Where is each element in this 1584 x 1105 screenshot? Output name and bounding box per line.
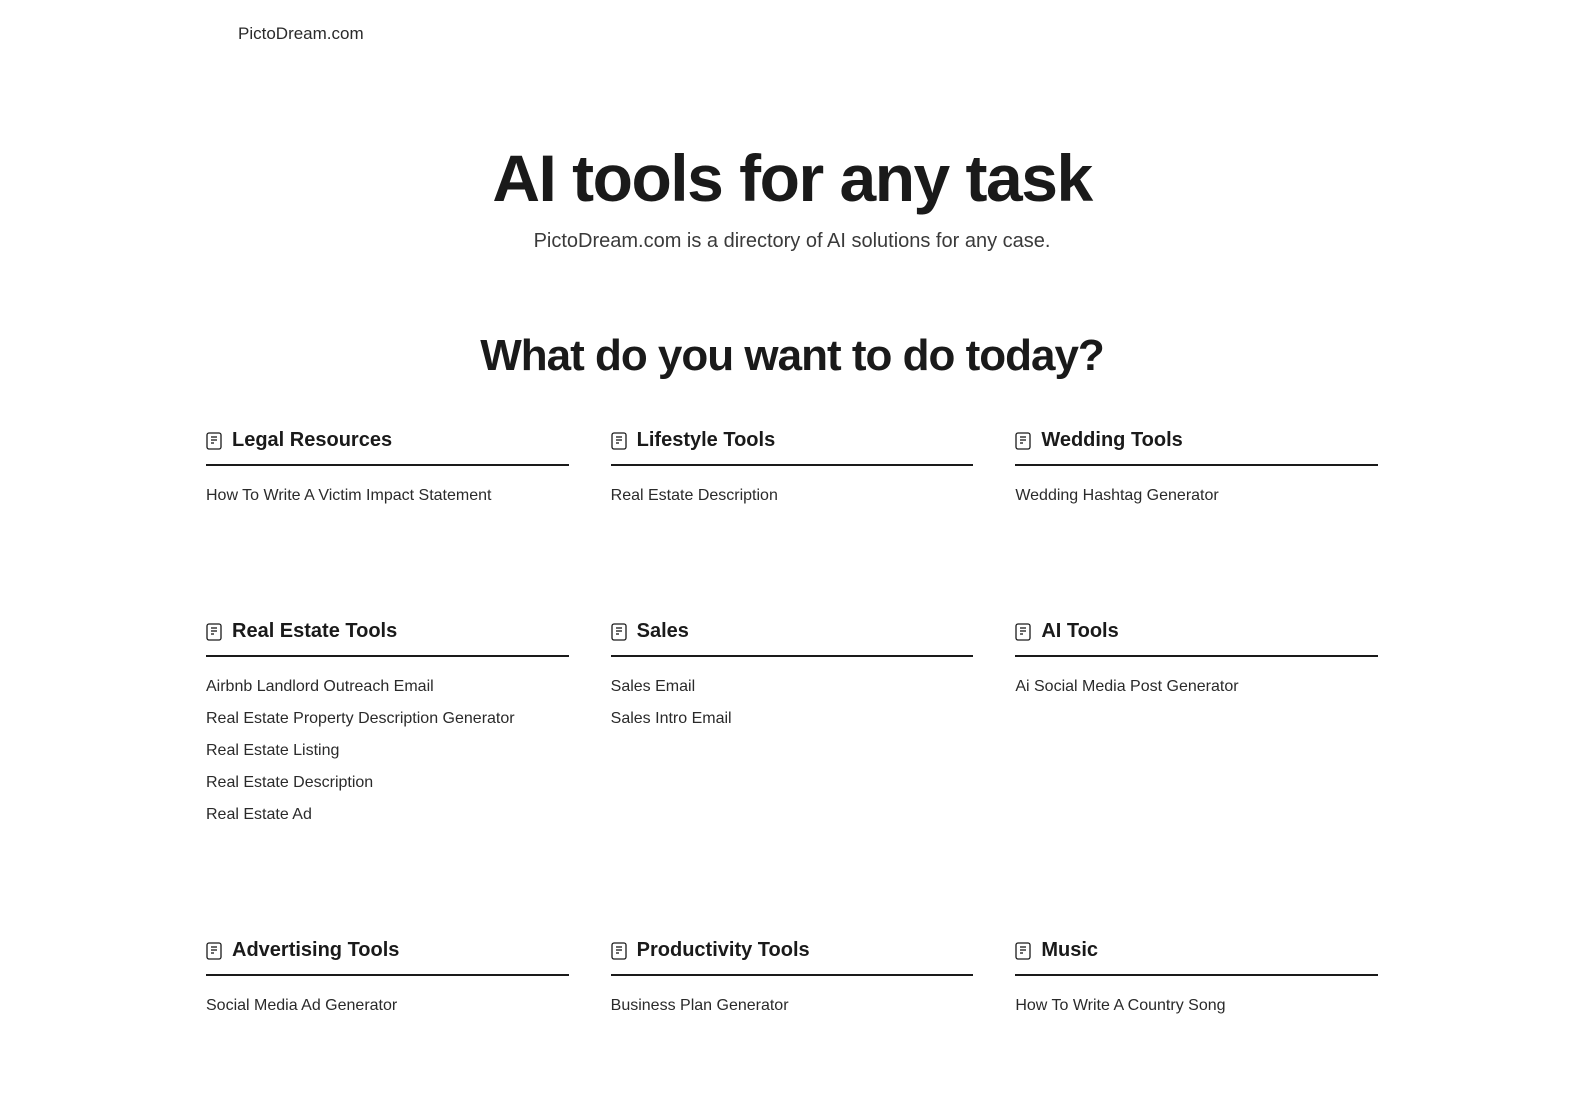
card-link[interactable]: How To Write A Country Song bbox=[1015, 994, 1378, 1018]
document-icon bbox=[206, 432, 222, 450]
card-title: Sales bbox=[637, 620, 689, 643]
section-title: What do you want to do today? bbox=[0, 331, 1584, 381]
card-header: Advertising Tools bbox=[206, 939, 569, 976]
hero-title: AI tools for any task bbox=[0, 140, 1584, 216]
card-header: Real Estate Tools bbox=[206, 620, 569, 657]
category-card-music: Music How To Write A Country Song bbox=[1015, 939, 1378, 1098]
document-icon bbox=[611, 432, 627, 450]
card-header: Productivity Tools bbox=[611, 939, 974, 976]
card-links: Wedding Hashtag Generator bbox=[1015, 484, 1378, 588]
card-link[interactable]: Real Estate Ad bbox=[206, 803, 569, 827]
hero-subtitle: PictoDream.com is a directory of AI solu… bbox=[0, 230, 1584, 253]
card-links: Business Plan Generator bbox=[611, 994, 974, 1098]
card-header: Music bbox=[1015, 939, 1378, 976]
logo-link[interactable]: PictoDream.com bbox=[238, 24, 364, 43]
card-link[interactable]: Business Plan Generator bbox=[611, 994, 974, 1018]
category-card-productivity-tools: Productivity Tools Business Plan Generat… bbox=[611, 939, 974, 1098]
hero: AI tools for any task PictoDream.com is … bbox=[0, 140, 1584, 253]
category-card-advertising-tools: Advertising Tools Social Media Ad Genera… bbox=[206, 939, 569, 1098]
document-icon bbox=[611, 942, 627, 960]
card-links: Social Media Ad Generator bbox=[206, 994, 569, 1098]
card-title: Legal Resources bbox=[232, 429, 392, 452]
card-links: Ai Social Media Post Generator bbox=[1015, 675, 1378, 779]
card-link[interactable]: Real Estate Description bbox=[611, 484, 974, 508]
card-link[interactable]: Airbnb Landlord Outreach Email bbox=[206, 675, 569, 699]
card-link[interactable]: Sales Intro Email bbox=[611, 707, 974, 731]
card-title: Music bbox=[1041, 939, 1098, 962]
category-card-lifestyle-tools: Lifestyle Tools Real Estate Description bbox=[611, 429, 974, 588]
card-header: Lifestyle Tools bbox=[611, 429, 974, 466]
card-title: Lifestyle Tools bbox=[637, 429, 776, 452]
card-links: Real Estate Description bbox=[611, 484, 974, 588]
document-icon bbox=[611, 623, 627, 641]
card-link[interactable]: Real Estate Description bbox=[206, 771, 569, 795]
document-icon bbox=[1015, 623, 1031, 641]
document-icon bbox=[1015, 432, 1031, 450]
category-card-sales: Sales Sales Email Sales Intro Email bbox=[611, 620, 974, 907]
card-link[interactable]: How To Write A Victim Impact Statement bbox=[206, 484, 569, 508]
card-title: AI Tools bbox=[1041, 620, 1118, 643]
category-card-legal-resources: Legal Resources How To Write A Victim Im… bbox=[206, 429, 569, 588]
document-icon bbox=[1015, 942, 1031, 960]
card-header: Sales bbox=[611, 620, 974, 657]
card-links: Sales Email Sales Intro Email bbox=[611, 675, 974, 811]
category-card-wedding-tools: Wedding Tools Wedding Hashtag Generator bbox=[1015, 429, 1378, 588]
card-link[interactable]: Wedding Hashtag Generator bbox=[1015, 484, 1378, 508]
card-link[interactable]: Real Estate Listing bbox=[206, 739, 569, 763]
card-title: Productivity Tools bbox=[637, 939, 810, 962]
card-link[interactable]: Social Media Ad Generator bbox=[206, 994, 569, 1018]
card-link[interactable]: Ai Social Media Post Generator bbox=[1015, 675, 1378, 699]
card-link[interactable]: Sales Email bbox=[611, 675, 974, 699]
card-header: AI Tools bbox=[1015, 620, 1378, 657]
card-title: Wedding Tools bbox=[1041, 429, 1182, 452]
card-links: How To Write A Country Song bbox=[1015, 994, 1378, 1098]
card-header: Wedding Tools bbox=[1015, 429, 1378, 466]
card-link[interactable]: Real Estate Property Description Generat… bbox=[206, 707, 569, 731]
header: PictoDream.com bbox=[0, 0, 1584, 68]
card-title: Advertising Tools bbox=[232, 939, 399, 962]
card-links: Airbnb Landlord Outreach Email Real Esta… bbox=[206, 675, 569, 907]
category-grid: Legal Resources How To Write A Victim Im… bbox=[0, 429, 1584, 1098]
card-title: Real Estate Tools bbox=[232, 620, 397, 643]
category-card-ai-tools: AI Tools Ai Social Media Post Generator bbox=[1015, 620, 1378, 907]
document-icon bbox=[206, 942, 222, 960]
category-card-real-estate-tools: Real Estate Tools Airbnb Landlord Outrea… bbox=[206, 620, 569, 907]
document-icon bbox=[206, 623, 222, 641]
card-links: How To Write A Victim Impact Statement bbox=[206, 484, 569, 588]
card-header: Legal Resources bbox=[206, 429, 569, 466]
